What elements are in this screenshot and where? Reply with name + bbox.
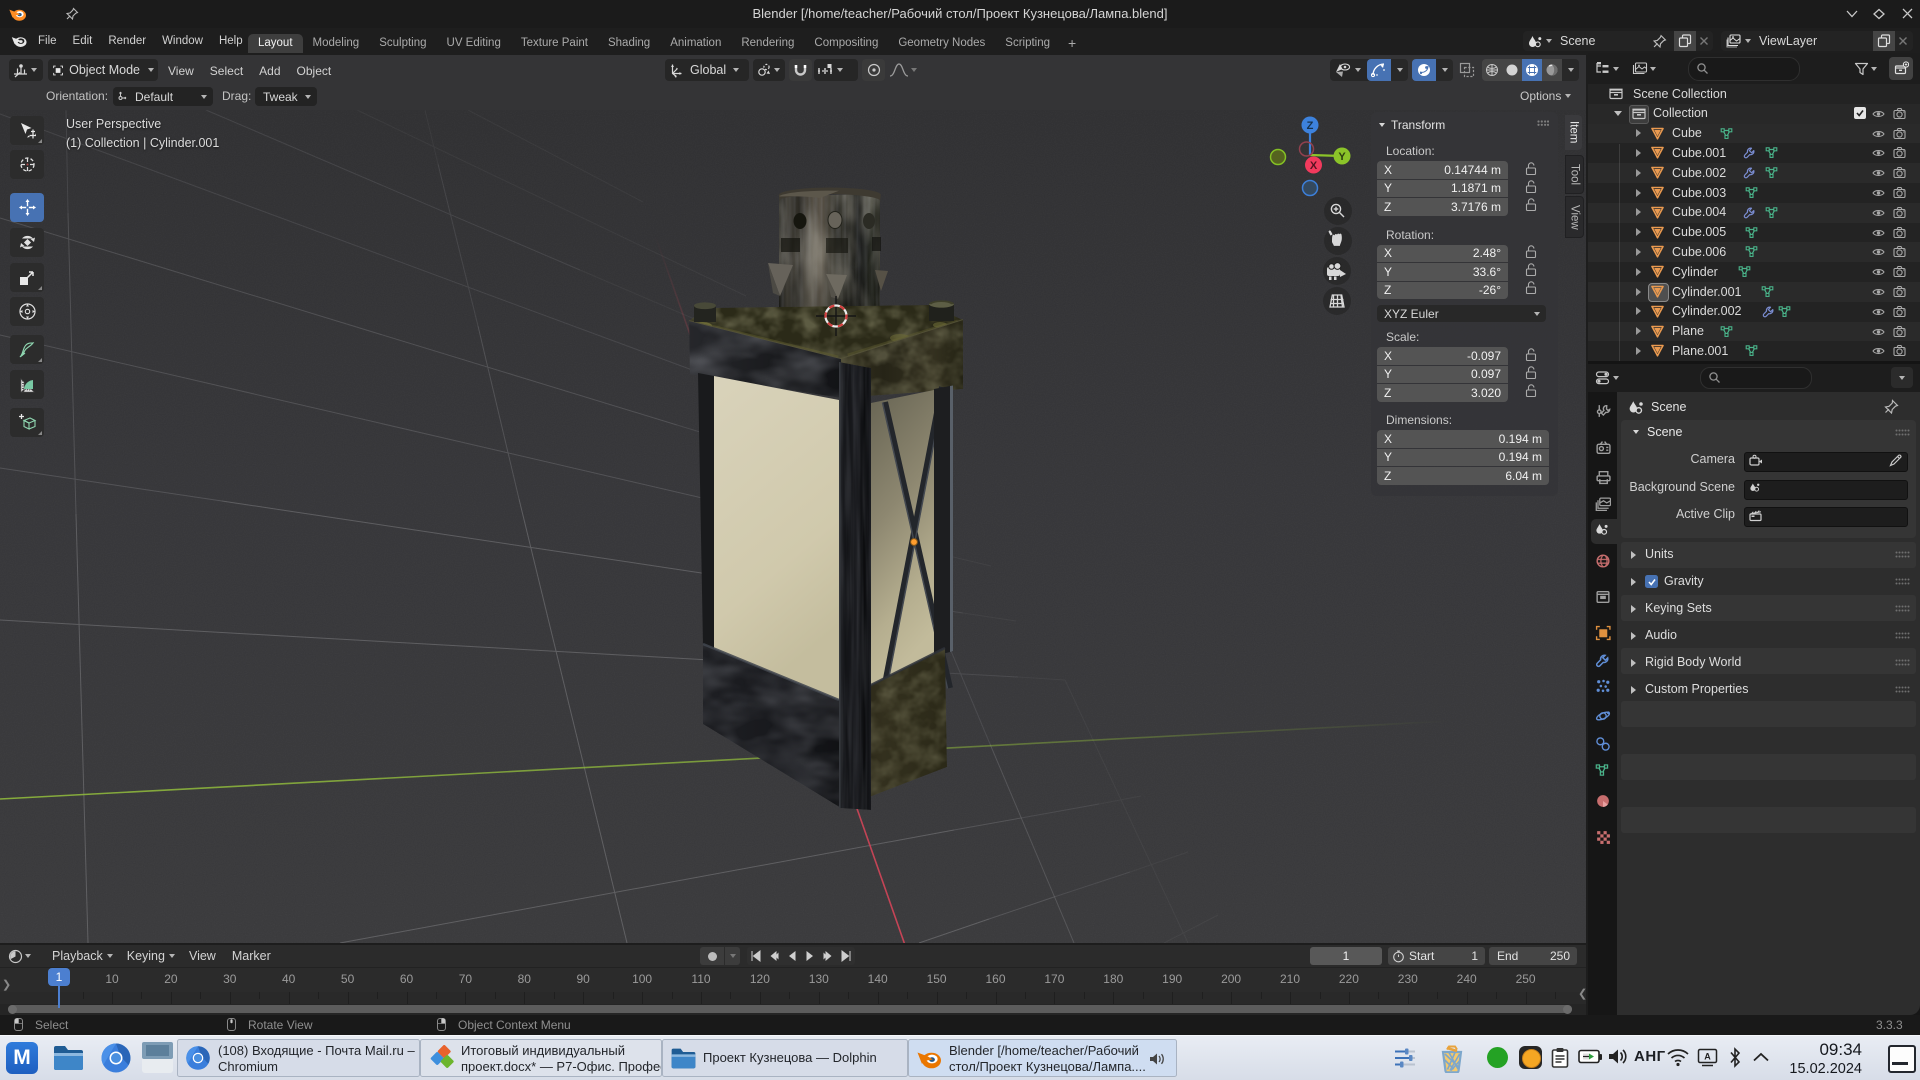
svg-text:X: X [1310, 160, 1318, 172]
svg-text:Y: Y [1338, 151, 1346, 163]
svg-text:Z: Z [1307, 120, 1314, 132]
svg-text:A: A [1704, 1052, 1711, 1062]
